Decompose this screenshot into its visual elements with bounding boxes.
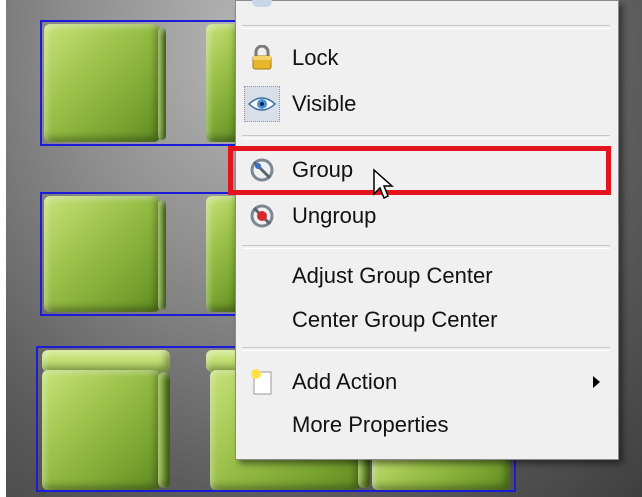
menu-separator — [242, 347, 610, 351]
menu-item-ungroup[interactable]: Ungroup — [236, 197, 618, 235]
menu-item-label: Center Group Center — [292, 307, 498, 332]
context-menu: Lock Visible Group Ungroup Adjust Group … — [235, 0, 619, 460]
menu-item-lock[interactable]: Lock — [236, 39, 618, 77]
add-action-icon — [248, 368, 276, 396]
menu-item-more-properties[interactable]: More Properties — [236, 406, 618, 444]
cube-object[interactable] — [42, 350, 170, 372]
highlight-box — [228, 146, 611, 195]
cube-object[interactable] — [158, 372, 170, 488]
menu-item-label: Lock — [292, 45, 339, 70]
menu-item-label: Adjust Group Center — [292, 263, 493, 288]
cube-object[interactable] — [44, 196, 160, 312]
eye-icon — [244, 86, 280, 122]
menu-item-label: Ungroup — [292, 203, 377, 228]
cube-object[interactable] — [42, 370, 160, 490]
cube-object[interactable] — [158, 200, 166, 310]
menu-item-add-action[interactable]: Add Action — [236, 363, 618, 401]
menu-separator — [242, 135, 610, 139]
mouse-cursor-icon — [372, 168, 394, 207]
menu-item-label: More Properties — [292, 412, 449, 437]
menu-item-label: Add Action — [292, 369, 398, 394]
menu-top-icon — [252, 0, 272, 7]
lock-icon — [248, 44, 276, 72]
ungroup-icon — [248, 202, 276, 230]
cube-object[interactable] — [158, 28, 166, 140]
menu-separator — [242, 245, 610, 249]
menu-separator — [242, 25, 610, 29]
menu-item-center-group-center[interactable]: Center Group Center — [236, 301, 618, 339]
submenu-arrow-icon — [593, 376, 600, 388]
menu-item-label: Visible — [292, 91, 357, 116]
menu-item-visible[interactable]: Visible — [236, 85, 618, 123]
menu-item-adjust-group-center[interactable]: Adjust Group Center — [236, 257, 618, 295]
cube-object[interactable] — [44, 24, 160, 142]
